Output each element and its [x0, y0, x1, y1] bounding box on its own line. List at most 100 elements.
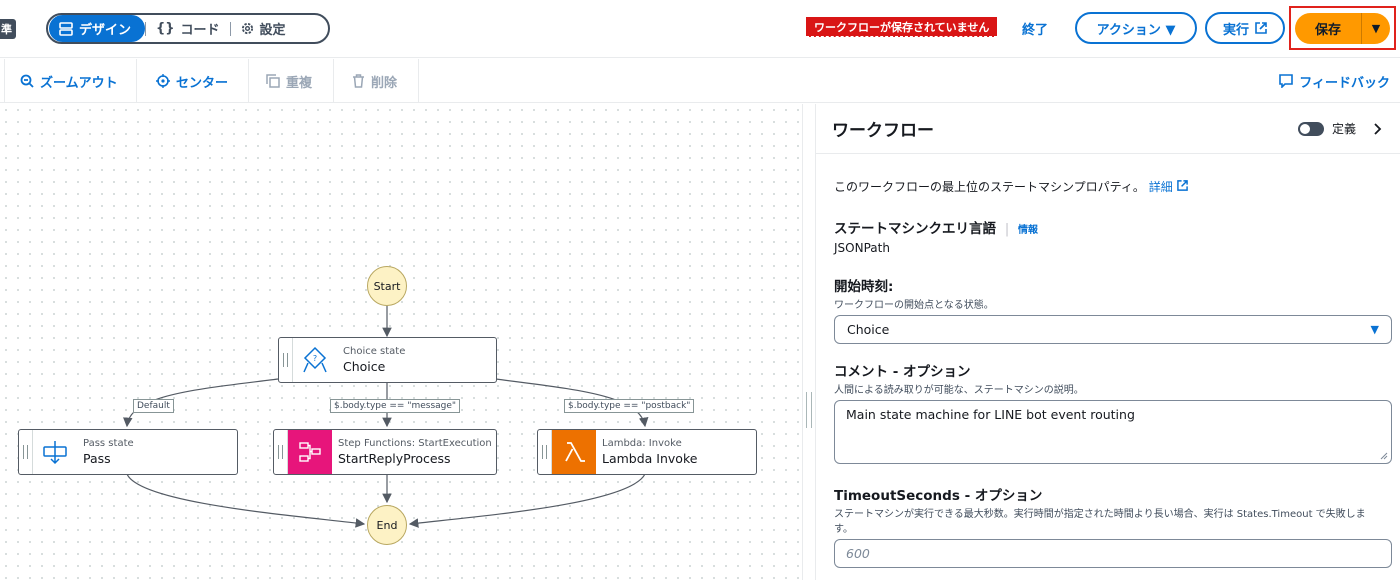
center-button[interactable]: センター [156, 59, 228, 103]
save-button-group: 保存 ▼ [1295, 13, 1390, 44]
label-divider: | [1004, 221, 1010, 237]
end-node[interactable]: End [367, 505, 407, 545]
start-at-field: 開始時刻: ワークフローの開始点となる状態。 Choice ▼ [834, 275, 1392, 344]
duplicate-label: 重複 [286, 75, 313, 91]
panel-resize-handle[interactable] [802, 104, 816, 580]
state-text: Lambda: Invoke Lambda Invoke [596, 438, 697, 466]
panel-header: ワークフロー 定義 [816, 104, 1400, 154]
state-type: Choice state [343, 346, 406, 357]
workflow-canvas[interactable]: Start ? Choice state Choice Default $.bo… [0, 104, 802, 580]
copy-icon [266, 74, 280, 88]
timeout-description: ステートマシンが実行できる最大秒数。実行時間が指定された時間より長い場合、実行は… [834, 509, 1366, 535]
edge-label-default: Default [133, 399, 174, 413]
center-label: センター [176, 75, 229, 91]
definition-toggle[interactable] [1297, 121, 1324, 136]
comment-icon [1279, 74, 1294, 88]
duplicate-button[interactable]: 重複 [266, 59, 312, 103]
state-lambda-invoke[interactable]: Lambda: Invoke Lambda Invoke [537, 429, 757, 475]
state-pass[interactable]: Pass state Pass [18, 429, 238, 475]
timeout-label: TimeoutSeconds - オプション [834, 488, 1043, 504]
choice-icon: ? [293, 338, 337, 382]
svg-text:?: ? [313, 354, 317, 363]
design-icon [59, 21, 73, 36]
mode-tag: 準 [0, 19, 16, 39]
query-language-info-link[interactable]: 情報 [1018, 225, 1038, 236]
query-language-value: JSONPath [834, 241, 890, 255]
comment-label: コメント - オプション [834, 364, 971, 380]
chevron-right-icon[interactable] [1370, 122, 1384, 136]
edge-lambda-end [408, 473, 646, 528]
resize-grip-icon[interactable] [1380, 452, 1388, 460]
state-start-reply-process[interactable]: Step Functions: StartExecution StartRepl… [273, 429, 497, 475]
panel-description: このワークフローの最上位のステートマシンプロパティ。 詳細 [834, 178, 1382, 195]
actions-button[interactable]: アクション ▼ [1075, 12, 1197, 44]
feedback-button[interactable]: フィードバック [1279, 59, 1390, 103]
edge-label-message: $.body.type == "message" [330, 399, 461, 413]
start-node[interactable]: Start [367, 266, 407, 306]
trash-icon [353, 74, 364, 88]
panel-title: ワークフロー [832, 121, 934, 141]
delete-label: 削除 [371, 75, 398, 91]
crosshair-icon [156, 74, 170, 88]
exit-button[interactable]: 終了 [1022, 19, 1048, 38]
state-type: Step Functions: StartExecution [338, 438, 492, 449]
start-at-description: ワークフローの開始点となる状態。 [834, 300, 994, 311]
run-button[interactable]: 実行 [1205, 12, 1285, 44]
tab-design-label: デザイン [79, 23, 132, 38]
start-at-label: 開始時刻: [834, 279, 894, 295]
feedback-label: フィードバック [1299, 75, 1390, 91]
actions-label: アクション ▼ [1096, 22, 1176, 38]
toolbar-separator [248, 59, 249, 103]
state-name: StartReplyProcess [338, 451, 451, 466]
delete-button[interactable]: 削除 [352, 59, 397, 103]
canvas-toolbar: ズームアウト センター 重複 削除 フィードバック [0, 59, 1400, 103]
state-type: Lambda: Invoke [602, 438, 682, 449]
tab-settings[interactable]: 設定 [231, 19, 296, 38]
code-braces-icon: {} [156, 21, 175, 36]
drag-handle[interactable] [538, 430, 552, 474]
timeout-placeholder: 600 [846, 546, 870, 561]
toolbar-separator [418, 59, 419, 103]
query-language-label: ステートマシンクエリ言語 [834, 221, 996, 237]
details-link[interactable]: 詳細 [1149, 180, 1173, 194]
tab-code[interactable]: {} コード [146, 19, 230, 38]
zoom-out-icon [20, 74, 34, 88]
gear-icon [241, 22, 253, 35]
save-dropdown-button[interactable]: ▼ [1362, 22, 1390, 35]
comment-textarea[interactable]: Main state machine for LINE bot event ro… [834, 400, 1392, 464]
timeout-input[interactable]: 600 [834, 539, 1392, 568]
state-choice[interactable]: ? Choice state Choice [278, 337, 497, 383]
unsaved-status-badge[interactable]: ワークフローが保存されていません [806, 17, 998, 37]
state-text: Choice state Choice [337, 346, 405, 374]
caret-down-icon: ▼ [1370, 323, 1379, 336]
zoom-out-button[interactable]: ズームアウト [20, 59, 118, 103]
properties-panel: ワークフロー 定義 このワークフローの最上位のステートマシンプロパティ。 詳細 … [816, 104, 1400, 580]
tab-code-label: コード [180, 23, 220, 38]
edge-label-postback: $.body.type == "postback" [564, 399, 695, 413]
run-label: 実行 [1222, 22, 1249, 38]
save-button[interactable]: 保存 [1295, 19, 1361, 38]
state-text: Pass state Pass [77, 438, 134, 466]
step-functions-icon [288, 430, 332, 474]
description-text: このワークフローの最上位のステートマシンプロパティ。 [834, 180, 1145, 194]
state-name: Pass [83, 451, 111, 466]
comment-field: コメント - オプション 人間による読み取りが可能な、ステートマシンの説明。 M… [834, 360, 1392, 464]
drag-handle[interactable] [19, 430, 33, 474]
state-name: Lambda Invoke [602, 451, 698, 466]
start-at-select[interactable]: Choice ▼ [834, 315, 1392, 344]
tab-design[interactable]: デザイン [49, 15, 146, 42]
query-language-field: ステートマシンクエリ言語 | 情報 JSONPath [834, 217, 1382, 255]
view-mode-switch: デザイン {} コード 設定 [46, 13, 330, 44]
external-link-icon [1255, 22, 1267, 34]
comment-value: Main state machine for LINE bot event ro… [846, 407, 1135, 422]
toolbar-separator [136, 59, 137, 103]
panel-body: このワークフローの最上位のステートマシンプロパティ。 詳細 ステートマシンクエリ… [816, 178, 1400, 568]
query-language-label-row: ステートマシンクエリ言語 | 情報 [834, 217, 1382, 237]
edge-pass-end [126, 473, 366, 528]
toolbar-separator [4, 59, 5, 103]
drag-handle[interactable] [279, 338, 293, 382]
definition-label: 定義 [1331, 122, 1356, 136]
pass-icon [33, 430, 77, 474]
drag-handle[interactable] [274, 430, 288, 474]
state-name: Choice [343, 359, 386, 374]
